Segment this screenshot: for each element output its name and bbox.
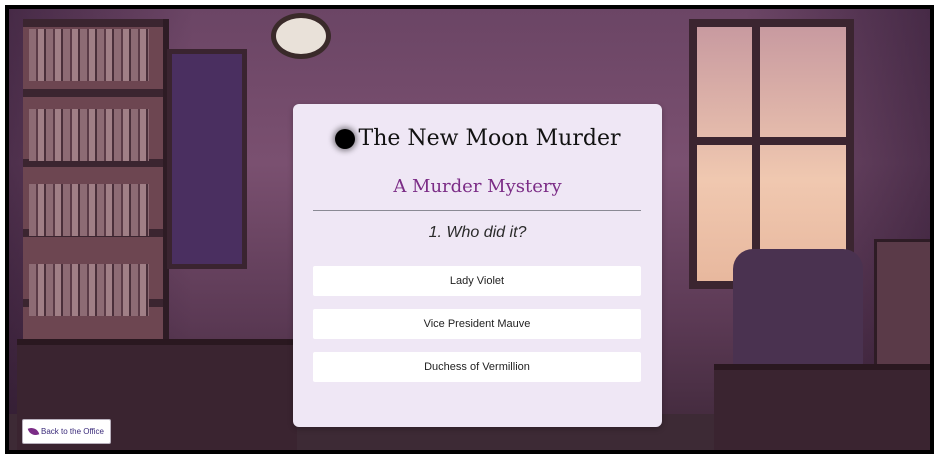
back-to-office-button[interactable]: Back to the Office [22, 419, 111, 444]
scene-frame: The New Moon Murder A Murder Mystery 1. … [5, 5, 934, 454]
back-button-label: Back to the Office [41, 427, 104, 436]
question-text: 1. Who did it? [428, 224, 527, 241]
mystery-card: The New Moon Murder A Murder Mystery 1. … [293, 104, 662, 427]
page-title: The New Moon Murder [358, 126, 621, 151]
answer-option-lady-violet[interactable]: Lady Violet [313, 266, 641, 296]
books [29, 29, 149, 81]
background-door [167, 49, 247, 269]
page-subtitle: A Murder Mystery [393, 176, 562, 197]
title-row: The New Moon Murder [293, 126, 662, 151]
divider [313, 210, 641, 211]
books [29, 109, 149, 161]
books [29, 264, 149, 316]
answer-option-duchess-of-vermillion[interactable]: Duchess of Vermillion [313, 352, 641, 382]
new-moon-icon [334, 128, 355, 149]
desk-right [714, 364, 930, 450]
books [29, 184, 149, 236]
wall-clock [271, 13, 331, 59]
answer-option-vice-president-mauve[interactable]: Vice President Mauve [313, 309, 641, 339]
leaf-icon [27, 425, 40, 438]
armchair [733, 249, 863, 369]
